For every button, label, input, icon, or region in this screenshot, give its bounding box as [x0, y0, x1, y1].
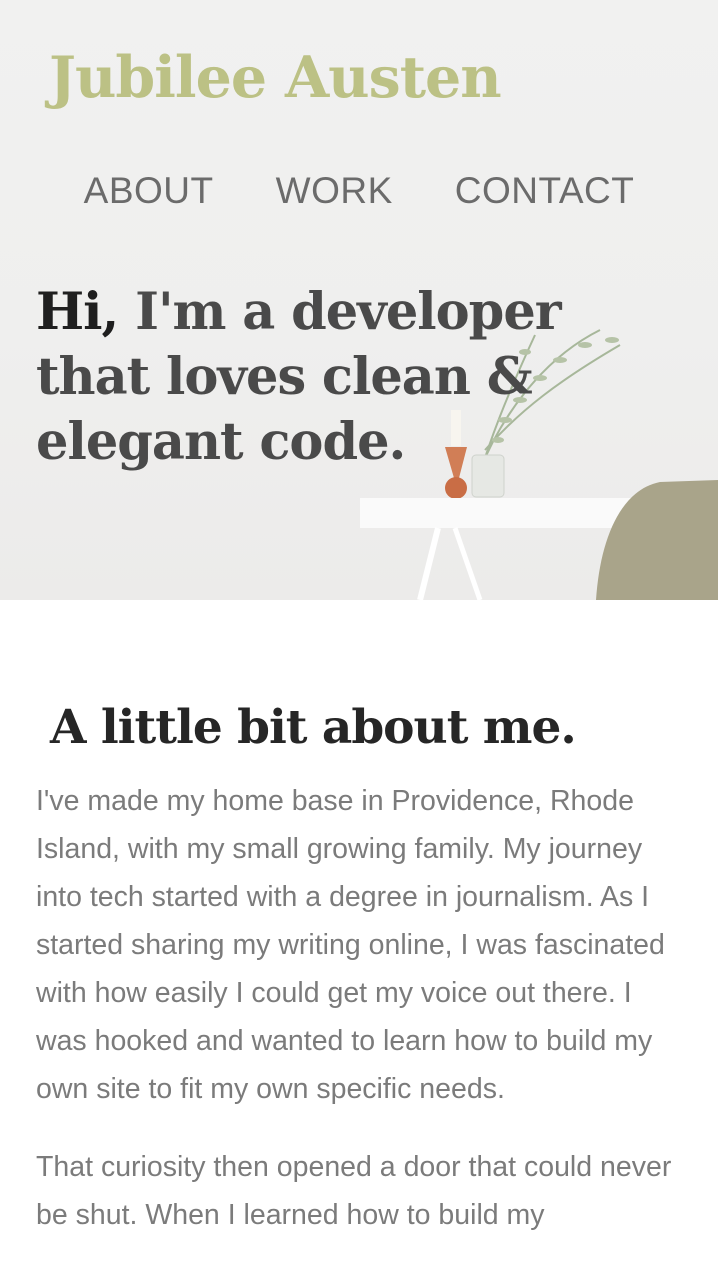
main-navigation: ABOUT WORK CONTACT — [0, 170, 718, 212]
about-heading: A little bit about me. — [50, 700, 577, 755]
candle-holder-base — [445, 477, 467, 499]
about-paragraph: That curiosity then opened a door that c… — [36, 1151, 672, 1231]
nav-link-work[interactable]: WORK — [276, 170, 393, 212]
hero-headline: Hi, I'm a developer that loves clean & e… — [36, 280, 686, 475]
nav-link-about[interactable]: ABOUT — [84, 170, 214, 212]
about-paragraph: I've made my home base in Providence, Rh… — [36, 785, 665, 1105]
nav-link-contact[interactable]: CONTACT — [455, 170, 635, 212]
hero-section: Jubilee Austen ABOUT WORK CONTACT Hi, I'… — [0, 0, 718, 600]
about-section: A little bit about me. I've made my home… — [0, 700, 718, 1239]
site-logo[interactable]: Jubilee Austen — [49, 44, 502, 111]
headline-greeting: Hi, — [36, 282, 119, 342]
